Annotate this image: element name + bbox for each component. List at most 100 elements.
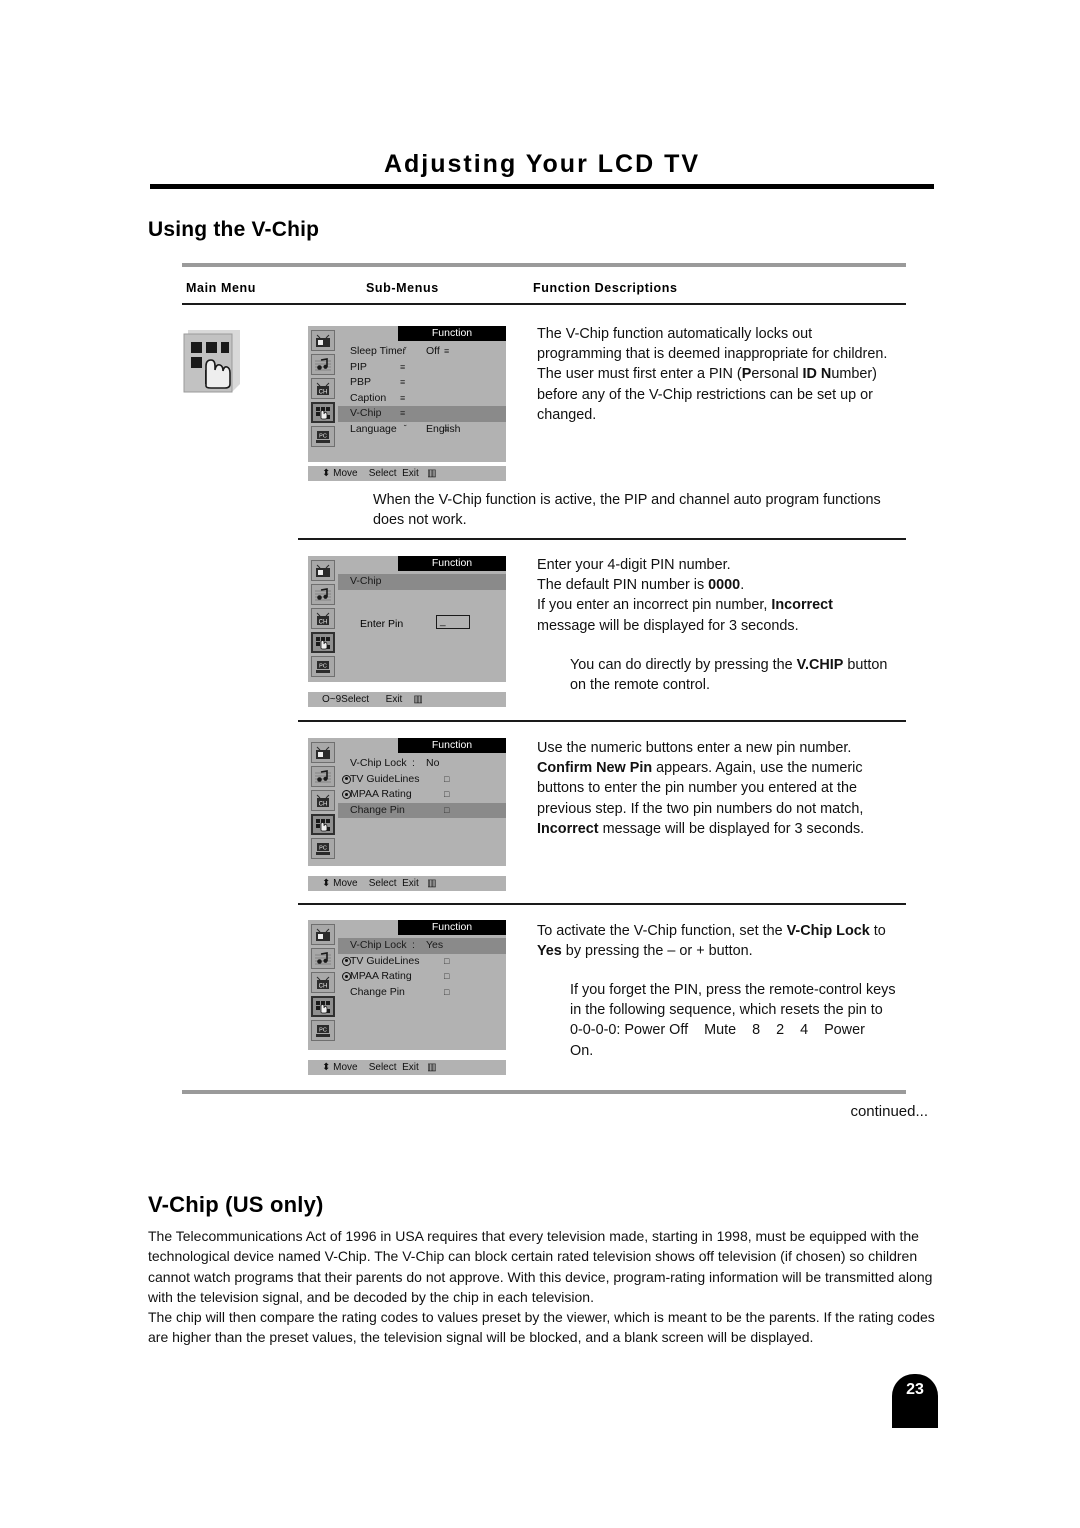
description-row-2: Enter your 4-digit PIN number. The defau… [537,555,927,636]
osd-item-label: V-Chip Lock [350,939,407,951]
osd-item-change-pin[interactable]: Change Pin □ [338,985,506,1001]
function-menu-icon [180,326,244,398]
desc-line: The user must first enter a PIN ( [537,366,742,383]
osd-item-vchip-lock[interactable]: V-Chip Lock : No [338,756,506,772]
section-heading-vchip-us-only: V-Chip (US only) [148,1192,324,1217]
pc-icon[interactable]: PC [311,426,335,447]
sound-icon[interactable] [311,766,335,787]
desc-line: The V-Chip function automatically locks … [537,326,813,342]
osd-panel-vchip-lock-yes: CH PC Function V-Chip Lock : Yes TV Guid… [308,920,506,1075]
osd-item-vchip-header[interactable]: V-Chip [338,574,506,590]
svg-text:CH: CH [319,619,328,625]
sound-icon[interactable] [311,584,335,605]
continued-label: continued... [850,1103,928,1120]
desc-bold: Incorrect [771,597,833,614]
note-line: 0-0-0-0: Power Off Mute 8 2 4 Power [570,1022,865,1039]
radio-bullet-icon [342,790,351,799]
desc-line: buttons to enter the pin number you ente… [537,780,858,797]
osd-title: Function [398,738,506,753]
osd-item-tv-guidelines[interactable]: TV GuideLines □ [338,772,506,788]
desc-bold: Incorrect [537,820,599,837]
function-icon[interactable] [311,996,335,1017]
desc-line: Enter your 4-digit PIN number. [537,557,731,573]
osd-item-label: V-Chip [350,407,382,419]
channel-icon[interactable]: CH [311,608,335,629]
osd-item-language[interactable]: Language ˘ English ≡ [338,422,506,438]
osd-item-marker-icon: □ [444,789,450,799]
column-header-main-menu: Main Menu [186,281,256,295]
picture-icon[interactable] [311,742,335,763]
picture-icon[interactable] [311,924,335,945]
osd-footer-hints: ⬍ Move Select Exit ▥ [308,876,506,891]
column-header-sub-menus: Sub-Menus [366,281,439,295]
svg-text:PC: PC [319,1027,327,1033]
osd-content: Function V-Chip Lock : Yes TV GuideLines… [338,920,506,1050]
osd-content: Function V-Chip Lock : No TV GuideLines … [338,738,506,866]
svg-text:CH: CH [319,983,328,989]
osd-menu-list: V-Chip Lock : Yes TV GuideLines □ MPAA R… [338,938,506,1000]
osd-item-value: No [426,757,440,769]
desc-line: ersonal [751,366,803,383]
desc-line: message will be displayed for 3 seconds. [537,617,799,634]
osd-item-caption[interactable]: Caption ≡ [338,391,506,407]
pin-input[interactable]: _ [436,615,470,629]
pc-icon[interactable]: PC [311,1020,335,1041]
osd-item-pbp[interactable]: PBP ≡ [338,375,506,391]
osd-item-mpaa-rating[interactable]: MPAA Rating □ [338,787,506,803]
osd-item-marker-icon: □ [444,955,450,966]
osd-item-colon: : [412,939,415,951]
osd-item-label: V-Chip Lock [350,757,407,769]
function-icon[interactable] [311,632,335,653]
osd-item-label: PIP [350,360,367,373]
note-line: If you forget the PIN, press the remote-… [570,982,896,998]
note-row-4: If you forget the PIN, press the remote-… [570,980,940,1061]
document-page: Adjusting Your LCD TV Using the V-Chip M… [0,0,1080,1528]
channel-icon[interactable]: CH [311,378,335,399]
desc-bold: ID N [802,366,832,383]
osd-item-pip[interactable]: PIP ≡ [338,360,506,376]
osd-item-vchip-lock[interactable]: V-Chip Lock : Yes [338,938,506,954]
osd-menu-list: V-Chip Lock : No TV GuideLines □ MPAA Ra… [338,756,506,818]
radio-bullet-icon [342,774,351,784]
osd-item-sleep-timer[interactable]: Sleep Timer ˘ Off ≡ [338,344,506,360]
channel-icon[interactable]: CH [311,790,335,811]
function-icon[interactable] [311,402,335,423]
desc-line: previous step. If the two pin numbers do… [537,800,864,817]
osd-item-label: Caption [350,391,387,404]
pc-icon[interactable]: PC [311,656,335,677]
pc-icon[interactable]: PC [311,838,335,859]
osd-item-change-pin[interactable]: Change Pin □ [338,802,506,818]
desc-line: Use the numeric buttons enter a new pin … [537,740,852,756]
sound-icon[interactable] [311,948,335,969]
desc-bold: 0000 [708,577,741,594]
osd-item-marker-icon: ≡ [444,346,449,356]
osd-item-label: PBP [350,376,372,388]
osd-title: Function [398,556,506,571]
picture-icon[interactable] [311,330,335,351]
note-line: You can do directly by pressing the [570,657,797,673]
osd-title: Function [398,920,506,935]
desc-line: The default PIN number is [537,577,709,594]
sound-icon[interactable] [311,354,335,375]
osd-item-label: Change Pin [350,803,405,816]
radio-bullet-icon [342,956,351,966]
osd-item-vchip[interactable]: V-Chip ≡ [338,406,506,422]
row-divider-3 [298,903,906,905]
osd-item-label: MPAA Rating [350,970,412,982]
function-icon[interactable] [311,814,335,835]
note-row-1: When the V-Chip function is active, the … [373,490,923,530]
osd-panel-enter-pin: CH PC Function V-Chip Enter Pin _ O~9Sel… [308,556,506,707]
osd-item-mpaa-rating[interactable]: MPAA Rating □ [338,969,506,985]
description-row-1: The V-Chip function automatically locks … [537,324,927,425]
osd-menu-list: V-Chip [338,574,506,590]
osd-item-colon: : [412,757,415,769]
picture-icon[interactable] [311,560,335,581]
osd-title: Function [398,326,506,341]
osd-item-tv-guidelines[interactable]: TV GuideLines □ [338,954,506,970]
section-heading-using-vchip: Using the V-Chip [148,218,320,241]
desc-line: If you enter an incorrect pin number, [537,597,772,614]
channel-icon[interactable]: CH [311,972,335,993]
desc-line: programming that is deemed inappropriate… [537,346,888,363]
osd-item-label: V-Chip [350,575,382,587]
page-number-badge: 23 [892,1374,938,1428]
